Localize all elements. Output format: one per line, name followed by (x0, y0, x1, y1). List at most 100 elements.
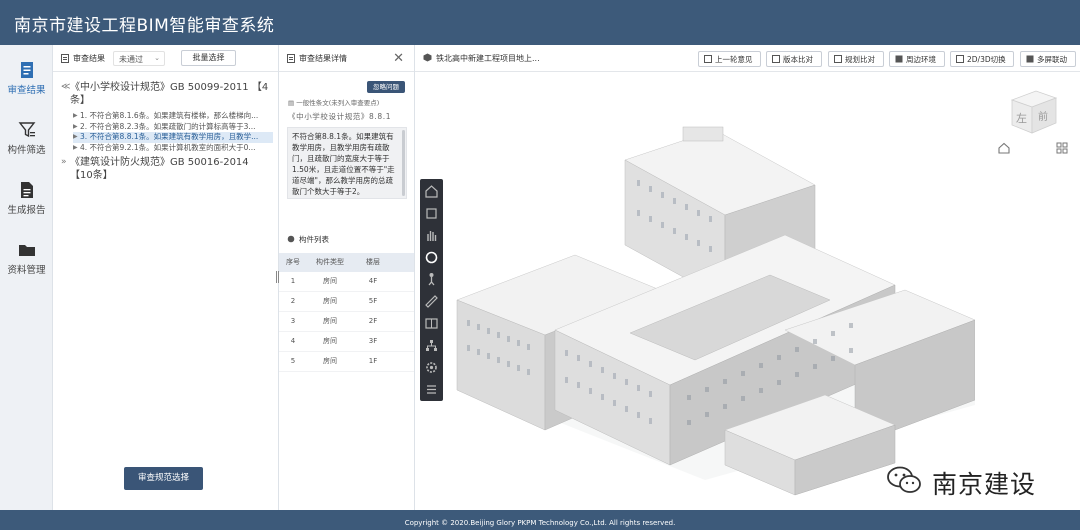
surroundings-button[interactable]: 周边环境 (889, 51, 945, 67)
review-results-label: 审查结果 (73, 54, 105, 63)
tree-item[interactable]: ▶ 2. 不符合第8.2.3条。如果疏散门的计算标高等于3... (73, 122, 273, 133)
table-row[interactable]: 3 房间 2F (279, 312, 414, 332)
home-view-button[interactable] (423, 183, 440, 200)
report-icon (20, 182, 33, 198)
person-icon (428, 273, 435, 286)
component-table: 序号 构件类型 楼层 1 房间 4F 2 房间 5F 3 房间 2F 4 房间 … (279, 253, 414, 372)
document-list-icon (20, 62, 33, 78)
cube-icon (423, 53, 432, 62)
expand-triangle-icon: ▶ (73, 133, 78, 140)
table-row[interactable]: 1 房间 4F (279, 272, 414, 292)
history-icon (704, 55, 712, 63)
column-header-type: 构件类型 (316, 258, 344, 266)
cube-icon (956, 55, 964, 63)
fit-view-button[interactable] (423, 205, 440, 222)
results-tree: ≪ 《中小学校设计规范》GB 50099-2011 【4条】 ▶ 1. 不符合第8… (61, 81, 273, 182)
walk-button[interactable] (423, 271, 440, 288)
component-list-label: 构件列表 (299, 235, 329, 244)
expand-chevron-icon[interactable]: » (61, 156, 67, 169)
clipboard-icon (287, 54, 295, 63)
nav-label-component-filter: 构件筛选 (7, 145, 46, 156)
expand-triangle-icon: ▶ (73, 112, 78, 119)
home-icon (425, 185, 438, 198)
tree-item-selected[interactable]: ▶ 3. 不符合第8.8.1条。如果建筑有教学用房，且教学... (73, 132, 273, 143)
review-results-panel: 审查结果 未通过 ⌄ 批量选择 ≪ 《中小学校设计规范》GB 50099-201… (53, 45, 279, 510)
left-nav: 审查结果 构件筛选 生成报告 资料管理 (0, 45, 53, 510)
watermark-text: 南京建设 (932, 470, 1037, 499)
properties-button[interactable] (423, 381, 440, 398)
planning-compare-button[interactable]: 规划比对 (828, 51, 884, 67)
scrollbar[interactable] (402, 130, 405, 196)
building-model[interactable] (455, 85, 975, 505)
zoom-fit-icon (426, 208, 437, 219)
ignore-issue-button[interactable]: 忽略问题 (367, 81, 405, 93)
nav-item-review-results[interactable]: 审查结果 (0, 61, 53, 107)
nav-item-component-filter[interactable]: 构件筛选 (0, 121, 53, 167)
app-title: 南京市建设工程BIM智能审查系统 (14, 16, 275, 36)
table-row[interactable]: 4 房间 3F (279, 332, 414, 352)
hierarchy-icon (426, 340, 437, 351)
footer: Copyright © 2020.Beijing Glory PKPM Tech… (0, 510, 1080, 530)
nav-item-generate-report[interactable]: 生成报告 (0, 181, 53, 227)
copyright-text: Copyright © 2020.Beijing Glory PKPM Tech… (404, 519, 676, 527)
chevron-down-icon: ⌄ (154, 54, 160, 62)
review-detail-panel: 审查结果详情 ✕ 忽略问题 ▤ 一般性条文(未列入审查要点) 《中小学校设计规范… (279, 45, 415, 510)
column-header-floor: 楼层 (366, 258, 380, 266)
section-button[interactable] (423, 315, 440, 332)
tree-group-fire-code[interactable]: » 《建筑设计防火规范》GB 50016-2014 【10条】 (61, 156, 273, 182)
toggle-2d-3d-button[interactable]: 2D/3D切换 (950, 51, 1014, 67)
column-header-index: 序号 (286, 258, 300, 266)
tree-group-title: 《中小学校设计规范》GB 50099-2011 【4条】 (70, 82, 269, 106)
review-detail-label: 审查结果详情 (299, 54, 347, 63)
status-filter-value: 未通过 (119, 55, 143, 64)
home-icon[interactable] (997, 141, 1011, 155)
rotate-icon (425, 251, 438, 264)
model-viewer[interactable]: 铁北高中新建工程项目地上... 上一轮意见 版本比对 规划比对 周边环境 2D/… (415, 45, 1080, 510)
section-box-icon (425, 318, 438, 329)
compare-icon (772, 55, 780, 63)
version-compare-button[interactable]: 版本比对 (766, 51, 822, 67)
wechat-watermark: 南京建设 (887, 465, 1035, 499)
collapse-chevron-icon[interactable]: ≪ (61, 81, 70, 94)
gear-icon (426, 362, 437, 373)
orbit-button[interactable] (423, 249, 440, 266)
list-icon (427, 385, 436, 394)
multi-screen-icon (1026, 55, 1034, 63)
tree-group-title: 《建筑设计防火规范》GB 50016-2014 【10条】 (70, 157, 249, 181)
hand-icon (427, 231, 437, 241)
app-header: 南京市建设工程BIM智能审查系统 (0, 0, 1080, 45)
tree-item[interactable]: ▶ 1. 不符合第8.1.6条。如果建筑有楼梯，那么楼梯向... (73, 111, 273, 122)
nav-item-document-management[interactable]: 资料管理 (0, 241, 53, 287)
measure-button[interactable] (423, 293, 440, 310)
review-results-header: 审查结果 未通过 ⌄ 批量选择 (53, 45, 278, 72)
table-row[interactable]: 5 房间 1F (279, 352, 414, 372)
clause-text-box: 不符合第8.8.1条。如果建筑有教学用房，且教学用房有疏散门，且疏散门的宽度大于… (287, 127, 407, 199)
viewer-header: 铁北高中新建工程项目地上... 上一轮意见 版本比对 规划比对 周边环境 2D/… (415, 45, 1080, 72)
status-filter-select[interactable]: 未通过 ⌄ (113, 51, 165, 66)
wechat-logo-icon (887, 466, 921, 493)
clause-reference: 《中小学校设计规范》8.8.1 (288, 112, 392, 121)
view-cube[interactable]: 左 前 (1006, 87, 1061, 137)
viewer-toolbar (420, 179, 443, 401)
close-icon[interactable]: ✕ (393, 51, 404, 66)
previous-opinion-button[interactable]: 上一轮意见 (698, 51, 761, 67)
tree-group-school-code[interactable]: ≪ 《中小学校设计规范》GB 50099-2011 【4条】 (61, 81, 273, 107)
select-code-button[interactable]: 审查规范选择 (124, 467, 203, 490)
settings-button[interactable] (423, 359, 440, 376)
grid-icon[interactable] (1056, 142, 1068, 154)
expand-triangle-icon: ▶ (73, 143, 78, 151)
model-tree-button[interactable] (423, 337, 440, 354)
clipboard-icon (61, 54, 69, 63)
tree-item[interactable]: ▶ 4. 不符合第9.2.1条。如果计算机教室的面积大于0... (73, 143, 273, 154)
clause-text: 不符合第8.8.1条。如果建筑有教学用房，且教学用房有疏散门，且疏散门的宽度大于… (292, 132, 395, 196)
multi-screen-sync-button[interactable]: 多屏联动 (1020, 51, 1076, 67)
cube-face-left: 左 (1016, 112, 1027, 125)
batch-select-button[interactable]: 批量选择 (181, 50, 236, 66)
tree-group-items: ▶ 1. 不符合第8.1.6条。如果建筑有楼梯，那么楼梯向... ▶ 2. 不符合第… (73, 111, 273, 153)
nav-label-document-management: 资料管理 (7, 265, 46, 276)
nav-label-review-results: 审查结果 (7, 85, 46, 96)
plan-icon (834, 55, 842, 63)
table-row[interactable]: 2 房间 5F (279, 292, 414, 312)
pan-button[interactable] (423, 227, 440, 244)
project-title: 铁北高中新建工程项目地上... (436, 54, 540, 63)
